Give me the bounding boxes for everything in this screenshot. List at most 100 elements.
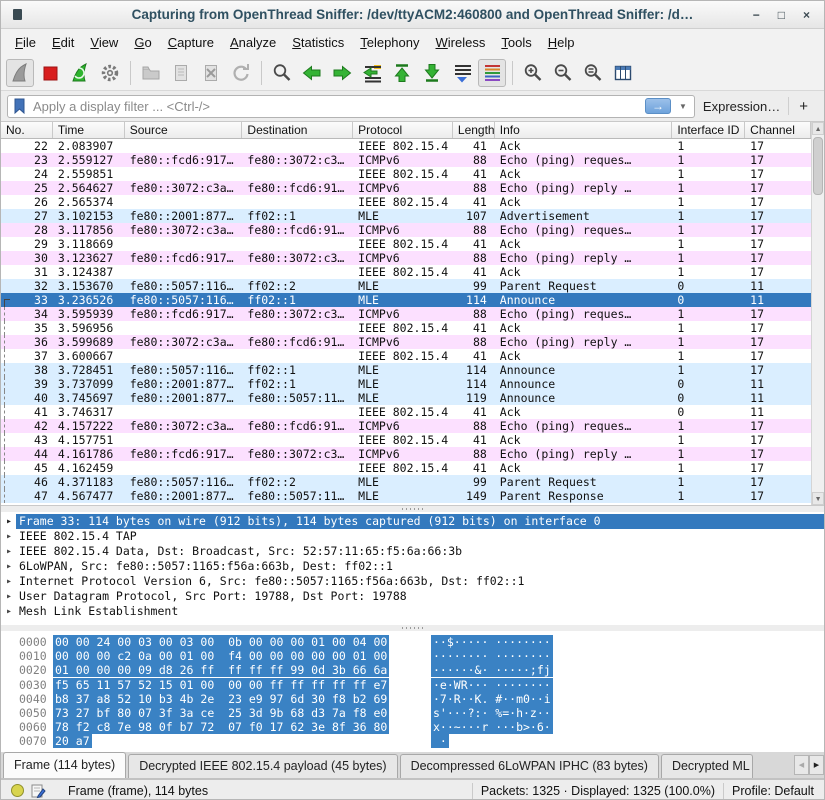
packet-row[interactable]: 262.565374IEEE 802.15.441Ack117: [1, 195, 811, 209]
hex-row[interactable]: 000000 00 24 00 03 00 03 00 0b 00 00 00 …: [1, 635, 824, 649]
column-header-length[interactable]: Length: [453, 122, 495, 138]
splitter-handle[interactable]: [1, 506, 824, 512]
byte-view-tab-1[interactable]: Decrypted IEEE 802.15.4 payload (45 byte…: [128, 754, 397, 778]
capture-comment-icon[interactable]: [30, 783, 46, 799]
hex-row[interactable]: 0040b8 37 a8 52 10 b3 4b 2e 23 e9 97 6d …: [1, 692, 824, 706]
hex-bytes[interactable]: 78 f2 c8 7e 98 0f b7 72 07 f0 17 62 3e 8…: [53, 720, 389, 734]
expert-info-icon[interactable]: [11, 784, 24, 797]
menu-item-edit[interactable]: Edit: [44, 32, 82, 53]
expander-icon[interactable]: ▸: [6, 589, 12, 604]
scroll-up-icon[interactable]: ▲: [812, 122, 824, 135]
column-header-source[interactable]: Source: [125, 122, 243, 138]
packet-row[interactable]: 273.102153fe80::2001:877…ff02::1MLE107Ad…: [1, 209, 811, 223]
last-packet-button[interactable]: [418, 59, 446, 87]
byte-view-tab-3[interactable]: Decrypted ML: [661, 754, 753, 778]
packet-row[interactable]: 373.600667IEEE 802.15.441Ack117: [1, 349, 811, 363]
bookmark-icon[interactable]: [12, 97, 28, 115]
zoom-reset-button[interactable]: [579, 59, 607, 87]
close-button[interactable]: ×: [803, 9, 810, 21]
menu-item-help[interactable]: Help: [540, 32, 583, 53]
detail-line[interactable]: ▸IEEE 802.15.4 TAP: [1, 529, 824, 544]
hex-ascii[interactable]: ··$····· ········: [431, 635, 553, 649]
packet-row[interactable]: 252.564627fe80::3072:c3a…fe80::fcd6:91…I…: [1, 181, 811, 195]
detail-line[interactable]: ▸Frame 33: 114 bytes on wire (912 bits),…: [1, 514, 824, 529]
menu-item-tools[interactable]: Tools: [493, 32, 539, 53]
menu-item-wireless[interactable]: Wireless: [428, 32, 494, 53]
hex-row[interactable]: 006078 f2 c8 7e 98 0f b7 72 07 f0 17 62 …: [1, 720, 824, 734]
expander-icon[interactable]: ▸: [6, 514, 12, 529]
packet-row[interactable]: 353.596956IEEE 802.15.441Ack117: [1, 321, 811, 335]
hex-bytes[interactable]: 00 00 00 c2 0a 00 01 00 f4 00 00 00 00 0…: [53, 649, 389, 663]
expression-button[interactable]: Expression…: [695, 99, 788, 114]
scroll-down-icon[interactable]: ▼: [812, 492, 824, 505]
hex-row[interactable]: 002001 00 00 00 09 d8 26 ff ff ff ff 99 …: [1, 663, 824, 677]
expander-icon[interactable]: ▸: [6, 559, 12, 574]
detail-line[interactable]: ▸Internet Protocol Version 6, Src: fe80:…: [1, 574, 824, 589]
menu-item-file[interactable]: File: [7, 32, 44, 53]
hex-row[interactable]: 001000 00 00 c2 0a 00 01 00 f4 00 00 00 …: [1, 649, 824, 663]
packet-row[interactable]: 413.746317IEEE 802.15.441Ack011: [1, 405, 811, 419]
hex-bytes[interactable]: 01 00 00 00 09 d8 26 ff ff ff ff 99 0d 3…: [53, 663, 389, 677]
packet-row[interactable]: 232.559127fe80::fcd6:917…fe80::3072:c3…I…: [1, 153, 811, 167]
column-header-info[interactable]: Info: [495, 122, 673, 138]
expander-icon[interactable]: ▸: [6, 529, 12, 544]
packet-row[interactable]: 333.236526fe80::5057:116…ff02::1MLE114An…: [1, 293, 811, 307]
reload-button[interactable]: [227, 59, 255, 87]
hex-row[interactable]: 005073 27 bf 80 07 3f 3a ce 25 3d 9b 68 …: [1, 706, 824, 720]
packet-row[interactable]: 222.083907IEEE 802.15.441Ack117: [1, 139, 811, 153]
maximize-button[interactable]: □: [778, 9, 785, 21]
hex-ascii[interactable]: ········ ········: [431, 649, 553, 663]
tab-scroll-right-icon[interactable]: ▶: [809, 755, 824, 775]
packet-list-scrollbar[interactable]: ▲ ▼: [811, 122, 824, 505]
packet-row[interactable]: 363.599689fe80::3072:c3a…fe80::fcd6:91…I…: [1, 335, 811, 349]
packet-row[interactable]: 293.118669IEEE 802.15.441Ack117: [1, 237, 811, 251]
hex-row[interactable]: 007020 a7 ·: [1, 734, 824, 748]
packet-row[interactable]: 454.162459IEEE 802.15.441Ack117: [1, 461, 811, 475]
packet-row[interactable]: 403.745697fe80::2001:877…fe80::5057:11…M…: [1, 391, 811, 405]
expander-icon[interactable]: ▸: [6, 574, 12, 589]
save-file-button[interactable]: [167, 59, 195, 87]
status-profile[interactable]: Profile: Default: [732, 784, 814, 798]
hex-bytes[interactable]: f5 65 11 57 52 15 01 00 00 00 ff ff ff f…: [53, 678, 389, 692]
hex-ascii[interactable]: ·e·WR··· ········: [431, 678, 553, 692]
packet-row[interactable]: 303.123627fe80::fcd6:917…fe80::3072:c3…I…: [1, 251, 811, 265]
detail-line[interactable]: ▸IEEE 802.15.4 Data, Dst: Broadcast, Src…: [1, 544, 824, 559]
packet-row[interactable]: 474.567477fe80::2001:877…fe80::5057:11…M…: [1, 489, 811, 503]
menu-item-telephony[interactable]: Telephony: [352, 32, 427, 53]
close-file-button[interactable]: [197, 59, 225, 87]
zoom-in-button[interactable]: [519, 59, 547, 87]
go-forward-button[interactable]: [328, 59, 356, 87]
menu-item-view[interactable]: View: [82, 32, 126, 53]
tab-scroll-left-icon[interactable]: ◀: [794, 755, 809, 775]
detail-line[interactable]: ▸User Datagram Protocol, Src Port: 19788…: [1, 589, 824, 604]
add-filter-button[interactable]: +: [789, 98, 818, 115]
apply-filter-button[interactable]: →: [645, 98, 671, 114]
menu-item-statistics[interactable]: Statistics: [284, 32, 352, 53]
stop-capture-button[interactable]: [36, 59, 64, 87]
byte-view-tab-2[interactable]: Decompressed 6LoWPAN IPHC (83 bytes): [400, 754, 659, 778]
column-header-channel[interactable]: Channel: [745, 122, 811, 138]
packet-row[interactable]: 323.153670fe80::5057:116…ff02::2MLE99Par…: [1, 279, 811, 293]
go-back-button[interactable]: [298, 59, 326, 87]
go-to-packet-button[interactable]: [358, 59, 386, 87]
hex-bytes[interactable]: b8 37 a8 52 10 b3 4b 2e 23 e9 97 6d 30 f…: [53, 692, 389, 706]
hex-row[interactable]: 0030f5 65 11 57 52 15 01 00 00 00 ff ff …: [1, 678, 824, 692]
hex-ascii[interactable]: ·7·R··K. #··m0··i: [431, 692, 553, 706]
expander-icon[interactable]: ▸: [6, 604, 12, 619]
packet-row[interactable]: 393.737099fe80::2001:877…ff02::1MLE114An…: [1, 377, 811, 391]
byte-view-tab-0[interactable]: Frame (114 bytes): [3, 752, 126, 778]
packet-row[interactable]: 424.157222fe80::3072:c3a…fe80::fcd6:91…I…: [1, 419, 811, 433]
column-header-no[interactable]: No.: [1, 122, 53, 138]
first-packet-button[interactable]: [388, 59, 416, 87]
hex-ascii[interactable]: ·: [431, 734, 449, 748]
hex-ascii[interactable]: x··~···r ···b>·6·: [431, 720, 553, 734]
hex-ascii[interactable]: s'···?:· %=·h·z··: [431, 706, 553, 720]
detail-line[interactable]: ▸Mesh Link Establishment: [1, 604, 824, 619]
hex-bytes[interactable]: 00 00 24 00 03 00 03 00 0b 00 00 00 01 0…: [53, 635, 389, 649]
start-capture-button[interactable]: [6, 59, 34, 87]
packet-row[interactable]: 383.728451fe80::5057:116…ff02::1MLE114An…: [1, 363, 811, 377]
column-header-protocol[interactable]: Protocol: [353, 122, 453, 138]
open-file-button[interactable]: [137, 59, 165, 87]
restart-capture-button[interactable]: [66, 59, 94, 87]
packet-row[interactable]: 464.371183fe80::5057:116…ff02::2MLE99Par…: [1, 475, 811, 489]
